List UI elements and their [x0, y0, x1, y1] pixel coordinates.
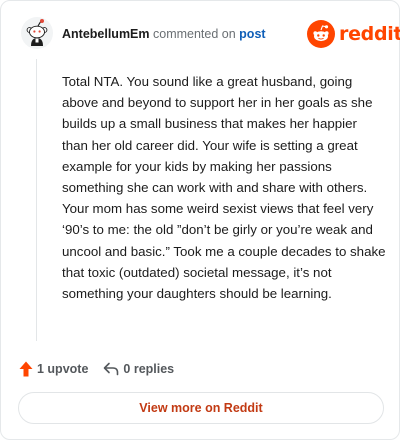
comment-header: AntebellumEm commented on post: [62, 26, 266, 42]
comment-body: Total NTA. You sound like a great husban…: [62, 74, 386, 302]
upvote-button[interactable]: 1 upvote: [19, 361, 88, 377]
username[interactable]: AntebellumEm: [62, 27, 150, 41]
comment-actions: 1 upvote 0 replies: [19, 360, 174, 378]
post-link[interactable]: post: [239, 27, 265, 41]
view-more-button[interactable]: View more on Reddit: [18, 392, 384, 424]
embedded-comment-card: AntebellumEm commented on post reddit To…: [0, 0, 400, 440]
avatar[interactable]: [21, 17, 53, 49]
thread-line: [36, 59, 37, 341]
reddit-wordmark: reddit: [339, 23, 400, 45]
commented-on-text: commented on: [153, 27, 236, 41]
reddit-alien-icon: [307, 20, 335, 48]
upvote-arrow-icon: [19, 361, 33, 377]
view-more-label: View more on Reddit: [139, 401, 263, 415]
upvote-count: 1 upvote: [37, 362, 89, 376]
reply-arrow-icon: [104, 362, 119, 376]
replies-count: 0 replies: [123, 362, 175, 376]
snoo-avatar-icon: [21, 17, 53, 49]
replies-button[interactable]: 0 replies: [103, 362, 174, 376]
reddit-logo[interactable]: reddit: [307, 20, 400, 48]
